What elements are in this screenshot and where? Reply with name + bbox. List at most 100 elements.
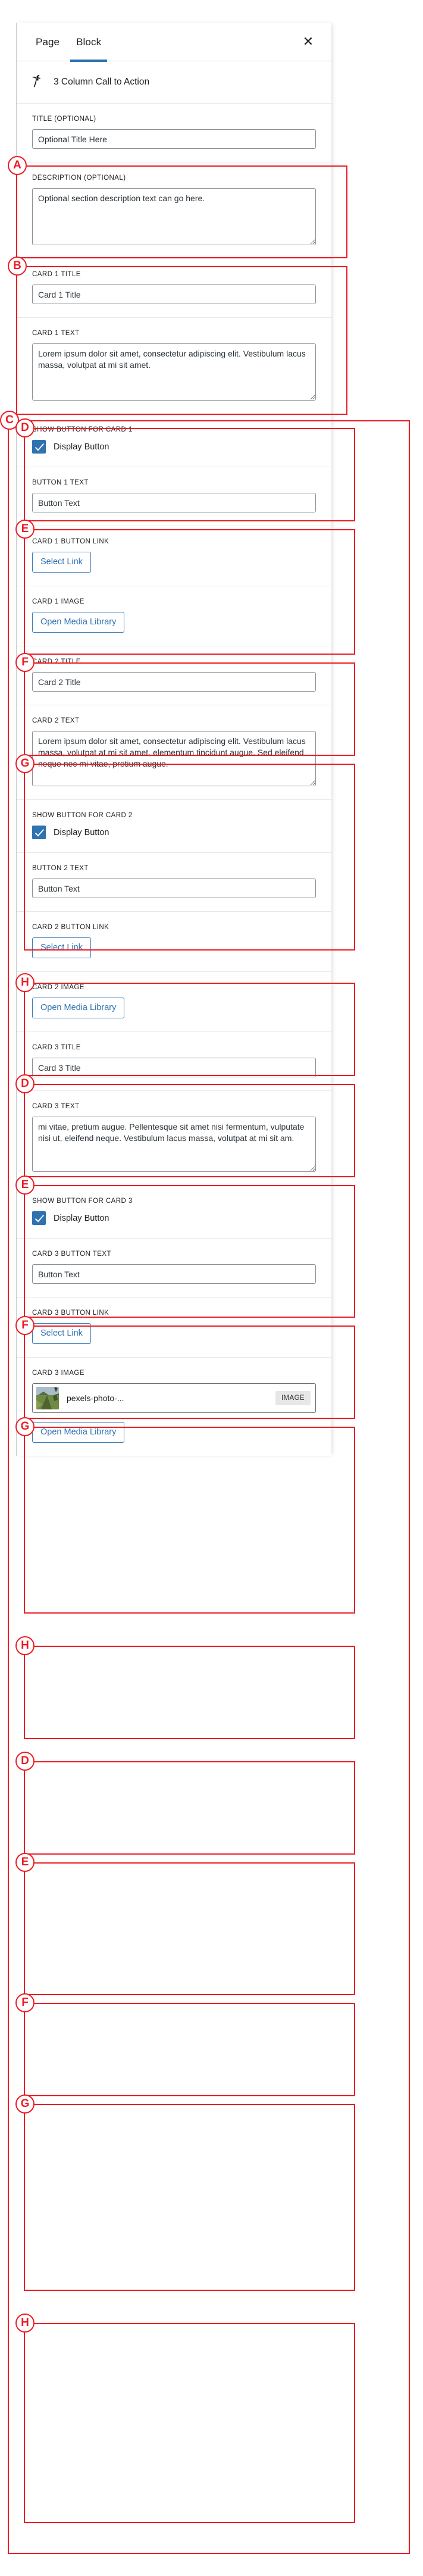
block-title: 3 Column Call to Action	[54, 77, 150, 87]
card2-display-button-row[interactable]: Display Button	[32, 826, 316, 839]
annotation-box-E-card3	[24, 1862, 355, 1995]
annotation-badge-F-card1: F	[15, 653, 35, 672]
card1-button-text-input[interactable]	[32, 493, 316, 512]
card1-display-button-checkbox[interactable]	[32, 440, 46, 454]
card1-textarea[interactable]	[32, 343, 316, 401]
section-card3-button-link: CARD 3 BUTTON LINK Select Link	[17, 1298, 331, 1358]
card1-select-link-button[interactable]: Select Link	[32, 552, 91, 573]
card2-image-label: CARD 2 IMAGE	[32, 984, 84, 991]
annotation-badge-F-card2: F	[15, 1316, 35, 1335]
annotation-badge-H-card1: H	[15, 973, 35, 992]
section-card2-show-button: SHOW BUTTON FOR CARD 2 Display Button	[17, 800, 331, 853]
annotation-badge-F-card3: F	[15, 1993, 35, 2012]
section-card3-image: CARD 3 IMAGE pexels-photo-... IMAGE Open…	[17, 1358, 331, 1456]
card3-title-label: CARD 3 TITLE	[32, 1044, 81, 1051]
card2-title-label: CARD 2 TITLE	[32, 658, 81, 665]
card3-button-text-label: CARD 3 BUTTON TEXT	[32, 1251, 111, 1258]
card2-button-link-label: CARD 2 BUTTON LINK	[32, 924, 109, 931]
annotation-badge-D-card2: D	[15, 1074, 35, 1093]
card1-display-button-row[interactable]: Display Button	[32, 440, 316, 454]
card1-text-label: CARD 1 TEXT	[32, 330, 80, 337]
card3-attachment-thumbnail	[36, 1387, 59, 1409]
card1-title-input[interactable]	[32, 285, 316, 304]
annotation-badge-D-card1: D	[15, 418, 35, 437]
block-settings-panel: Page Block ✕ 3 Column Call to Action TIT…	[16, 23, 331, 1456]
section-card1-show-button: SHOW BUTTON FOR CARD 1 Display Button	[17, 414, 331, 467]
palm-tree-icon	[29, 74, 44, 90]
card3-show-button-label: SHOW BUTTON FOR CARD 3	[32, 1198, 133, 1205]
section-card2-button-link: CARD 2 BUTTON LINK Select Link	[17, 912, 331, 972]
section-card2-button-text: BUTTON 2 TEXT	[17, 853, 331, 912]
card3-text-label: CARD 3 TEXT	[32, 1103, 80, 1110]
card1-show-button-label: SHOW BUTTON FOR CARD 1	[32, 426, 133, 433]
card2-textarea[interactable]	[32, 731, 316, 786]
section-card1-button-link: CARD 1 BUTTON LINK Select Link	[17, 526, 331, 586]
annotation-badge-A: A	[8, 156, 27, 175]
card3-display-button-checkbox[interactable]	[32, 1211, 46, 1225]
section-card2-image: CARD 2 IMAGE Open Media Library	[17, 972, 331, 1032]
card2-show-button-label: SHOW BUTTON FOR CARD 2	[32, 812, 133, 819]
card3-attachment-name: pexels-photo-...	[67, 1393, 124, 1403]
annotation-badge-G-card3: G	[15, 2094, 35, 2114]
card2-text-label: CARD 2 TEXT	[32, 717, 80, 724]
section-card3-title: CARD 3 TITLE	[17, 1032, 331, 1091]
annotation-box-G-card3	[24, 2104, 355, 2291]
section-card1-title: CARD 1 TITLE	[17, 259, 331, 318]
tab-block[interactable]: Block	[68, 23, 109, 62]
annotation-badge-E-card3: E	[15, 1853, 35, 1872]
card2-display-button-label: Display Button	[54, 827, 109, 837]
tab-page[interactable]: Page	[27, 23, 68, 61]
card1-title-label: CARD 1 TITLE	[32, 271, 81, 278]
block-header: 3 Column Call to Action	[17, 61, 331, 104]
annotation-box-F-card3	[24, 2003, 355, 2096]
card3-image-label: CARD 3 IMAGE	[32, 1370, 84, 1377]
card3-button-text-input[interactable]	[32, 1264, 316, 1284]
annotation-badge-H-card2: H	[15, 1636, 35, 1655]
card2-open-media-library-button[interactable]: Open Media Library	[32, 998, 125, 1018]
card3-button-link-label: CARD 3 BUTTON LINK	[32, 1309, 109, 1317]
tab-block-label: Block	[76, 36, 102, 48]
card1-button-text-label: BUTTON 1 TEXT	[32, 479, 89, 486]
section-title: TITLE (OPTIONAL)	[17, 104, 331, 162]
section-card2-title: CARD 2 TITLE	[17, 646, 331, 705]
close-icon[interactable]: ✕	[298, 32, 318, 52]
card2-button-text-label: BUTTON 2 TEXT	[32, 865, 89, 872]
annotation-box-H-card2	[24, 1646, 355, 1739]
section-card1-button-text: BUTTON 1 TEXT	[17, 467, 331, 526]
title-field-label: TITLE (OPTIONAL)	[32, 115, 96, 123]
section-card3-show-button: SHOW BUTTON FOR CARD 3 Display Button	[17, 1186, 331, 1239]
close-glyph: ✕	[302, 34, 314, 49]
section-card1-image: CARD 1 IMAGE Open Media Library	[17, 586, 331, 646]
card2-display-button-checkbox[interactable]	[32, 826, 46, 839]
card3-display-button-label: Display Button	[54, 1213, 109, 1223]
section-card1-text: CARD 1 TEXT	[17, 318, 331, 414]
description-textarea[interactable]	[32, 188, 316, 245]
card3-select-link-button[interactable]: Select Link	[32, 1323, 91, 1344]
card2-button-text-input[interactable]	[32, 879, 316, 898]
panel-tabbar: Page Block ✕	[17, 23, 331, 62]
annotation-box-H-card3	[24, 2323, 355, 2523]
annotation-badge-G-card1: G	[15, 754, 35, 773]
card3-textarea[interactable]	[32, 1117, 316, 1172]
card1-image-label: CARD 1 IMAGE	[32, 598, 84, 605]
card1-button-link-label: CARD 1 BUTTON LINK	[32, 538, 109, 545]
annotation-box-D-card3	[24, 1761, 355, 1855]
annotation-badge-E-card1: E	[15, 520, 35, 539]
card2-select-link-button[interactable]: Select Link	[32, 937, 91, 958]
annotation-badge-H-card3: H	[15, 2314, 35, 2333]
section-card3-button-text: CARD 3 BUTTON TEXT	[17, 1239, 331, 1298]
section-description: DESCRIPTION (OPTIONAL)	[17, 162, 331, 259]
tab-page-label: Page	[36, 36, 60, 48]
card2-title-input[interactable]	[32, 672, 316, 692]
section-card3-text: CARD 3 TEXT	[17, 1091, 331, 1186]
card3-title-input[interactable]	[32, 1058, 316, 1077]
screenshot-root: Page Block ✕ 3 Column Call to Action TIT…	[0, 0, 423, 2576]
title-input[interactable]	[32, 129, 316, 149]
card3-display-button-row[interactable]: Display Button	[32, 1211, 316, 1225]
card3-open-media-library-button[interactable]: Open Media Library	[32, 1422, 125, 1443]
card3-attachment-kind-badge: IMAGE	[275, 1391, 311, 1405]
card3-attachment-chip[interactable]: pexels-photo-... IMAGE	[32, 1383, 316, 1413]
annotation-badge-D-card3: D	[15, 1752, 35, 1771]
annotation-badge-E-card2: E	[15, 1176, 35, 1195]
card1-open-media-library-button[interactable]: Open Media Library	[32, 612, 125, 633]
